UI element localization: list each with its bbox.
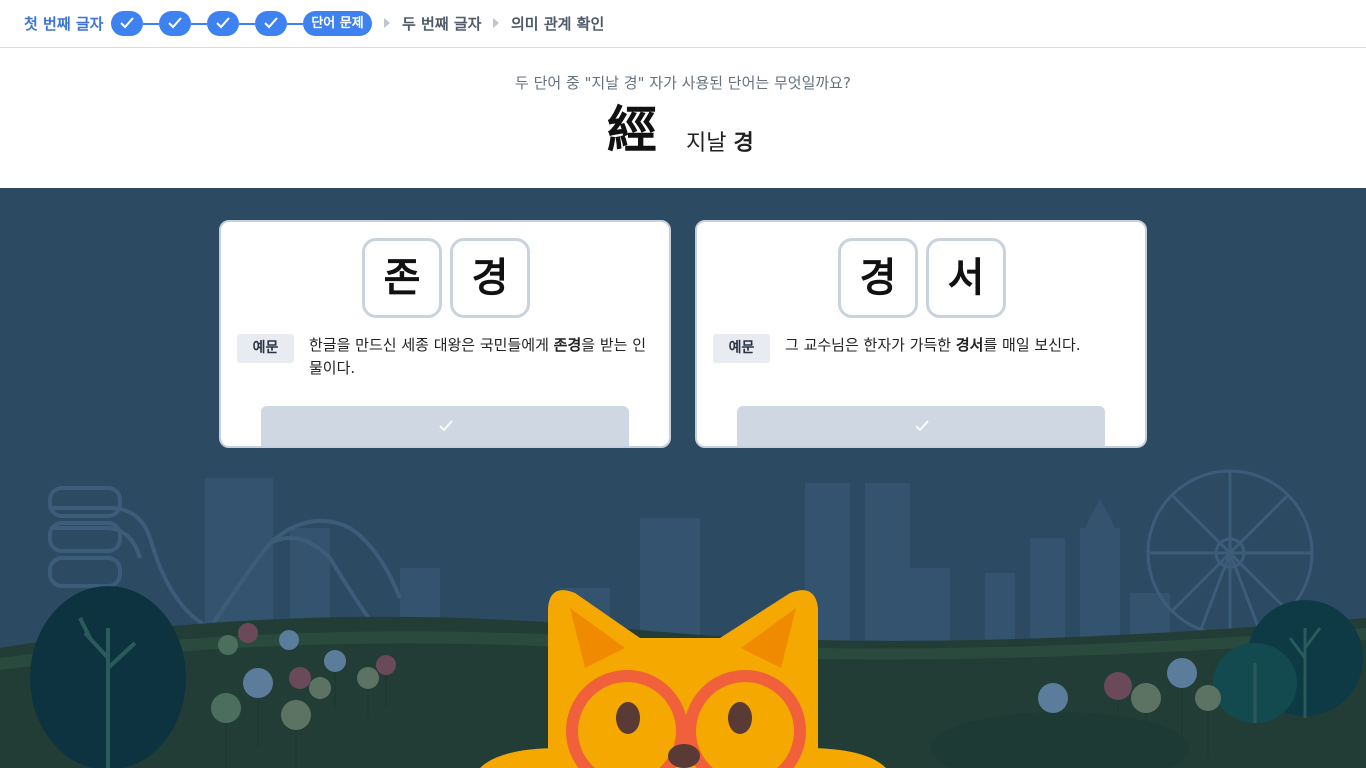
progress-bar: 첫 번째 글자 단어 문제 두 번째 글자 의미 관계 확인: [0, 0, 1366, 48]
check-icon: [168, 17, 182, 29]
hanja-sound: 경: [733, 131, 754, 156]
check-icon: [915, 420, 929, 432]
step-connector: [191, 23, 207, 25]
step-complete-1[interactable]: [111, 11, 143, 36]
step-meaning-check: 의미 관계 확인: [511, 15, 605, 33]
step-connector: [239, 23, 255, 25]
example-sentence: 한글을 만드신 세종 대왕은 국민들에게 존경을 받는 인물이다.: [309, 334, 659, 380]
word-tiles: 존 경: [221, 238, 669, 320]
step-complete-2[interactable]: [159, 11, 191, 36]
check-icon: [264, 17, 278, 29]
chevron-right-icon: [384, 18, 390, 28]
step-complete-4[interactable]: [255, 11, 287, 36]
example-text: 그 교수님은 한자가 가득한: [785, 336, 956, 354]
step-connector: [143, 23, 159, 25]
question-prompt: 두 단어 중 "지날 경" 자가 사용된 단어는 무엇일까요?: [515, 74, 851, 92]
example-highlight: 경서: [955, 336, 984, 354]
hanja-meaning: 지날: [686, 131, 727, 156]
chevron-right-icon: [493, 18, 499, 28]
syllable-tile: 존: [362, 238, 442, 318]
amusement-park-scene: [0, 188, 1366, 768]
hanja-reading: 지날 경: [686, 125, 754, 157]
hanja-character: 經: [607, 101, 657, 159]
step-complete-3[interactable]: [207, 11, 239, 36]
check-icon: [120, 17, 134, 29]
check-icon: [216, 17, 230, 29]
example-badge: 예문: [713, 334, 770, 363]
syllable-tile: 경: [838, 238, 918, 318]
select-answer-button[interactable]: [737, 406, 1105, 446]
choice-card-2[interactable]: 경 서 예문 그 교수님은 한자가 가득한 경서를 매일 보신다.: [695, 220, 1147, 448]
syllable-tile: 서: [926, 238, 1006, 318]
step-first-char[interactable]: 첫 번째 글자: [24, 13, 103, 34]
step-connector: [287, 23, 303, 25]
question-area: 두 단어 중 "지날 경" 자가 사용된 단어는 무엇일까요? 經 지날 경: [0, 48, 1366, 188]
background-illustration: [0, 469, 1366, 768]
example-sentence: 그 교수님은 한자가 가득한 경서를 매일 보신다.: [785, 334, 1135, 357]
check-icon: [439, 420, 453, 432]
word-tiles: 경 서: [697, 238, 1145, 320]
step-second-char: 두 번째 글자: [402, 15, 482, 33]
example-badge: 예문: [237, 334, 294, 363]
choice-card-1[interactable]: 존 경 예문 한글을 만드신 세종 대왕은 국민들에게 존경을 받는 인물이다.: [219, 220, 671, 448]
example-text: 한글을 만드신 세종 대왕은 국민들에게: [309, 336, 554, 354]
example-text: 를 매일 보신다.: [983, 336, 1081, 354]
example-highlight: 존경: [553, 336, 582, 354]
step-current-word-quiz: 단어 문제: [303, 11, 372, 36]
select-answer-button[interactable]: [261, 406, 629, 446]
syllable-tile: 경: [450, 238, 530, 318]
